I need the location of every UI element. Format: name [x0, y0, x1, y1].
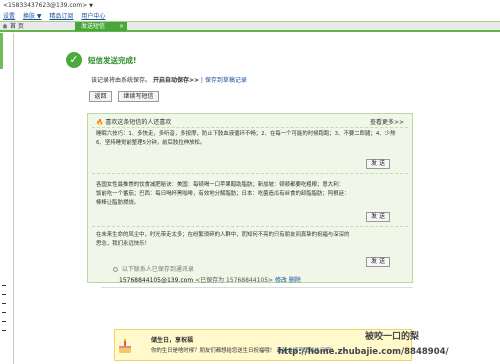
edit-link[interactable]: 修改	[275, 277, 287, 284]
watermark-name: 被咬一口的梨	[365, 332, 420, 342]
info-icon	[113, 267, 118, 272]
left-strip	[0, 33, 14, 364]
saved-contacts-header: 以下联系人已保存到通讯录	[113, 264, 194, 273]
save-note: 该记录将由系统保存。 开启自动保存>> | 保存到草稿记录	[91, 75, 247, 84]
divider	[101, 287, 413, 288]
divider	[92, 173, 408, 174]
account-menu[interactable]: <15833437623@139.com> ▼	[3, 2, 93, 9]
divider	[92, 127, 408, 128]
contact-email: 15768844105@139.com	[119, 277, 194, 284]
link-user-center[interactable]: 用户中心	[81, 13, 105, 20]
tip-line: 在未来生命的风尘中，时光带走太多；在纷繁琐碎的人群中，而知何不亮的只有朋友间真挚…	[96, 232, 350, 238]
fire-icon: 🔥	[96, 119, 104, 126]
save-note-text: 该记录将由系统保存。	[91, 77, 152, 84]
account-phone: <15833437623@139.com>	[3, 2, 88, 9]
delete-link[interactable]: 删除	[289, 277, 301, 284]
birthday-question: 你的生日是啥时候？朋友们都想给您送生日祝福哦！	[151, 348, 275, 354]
send-button[interactable]: 发 送	[366, 212, 390, 222]
save-draft-link[interactable]: | 保存到草稿记录	[201, 77, 247, 84]
recommend-panel: 🔥 喜欢这条短信的人还喜欢 查看更多>> 睡眠六技巧：1、多快走，多听音，多按摩…	[87, 113, 413, 283]
panel-header: 🔥 喜欢这条短信的人还喜欢	[96, 117, 171, 126]
top-bar: <15833437623@139.com> ▼ 设置 换肤 ▼ 精品订阅 用户中…	[0, 0, 500, 22]
main-content: ✓ 短信发送完成! 该记录将由系统保存。 开启自动保存>> | 保存到草稿记录 …	[14, 33, 500, 364]
list-item: 睡眠六技巧：1、多快走，多听音，多按摩，防止下肢血液循环不畅；2、在每一个可能的…	[96, 130, 396, 148]
divider	[92, 226, 408, 227]
continue-writing-button[interactable]: 继续写短信	[118, 91, 159, 102]
home-icon	[2, 23, 8, 29]
panel-header-text: 喜欢这条短信的人还喜欢	[105, 119, 172, 126]
tip-line: 棒棒让脂肪燃烧。	[96, 200, 140, 206]
contact-row: 15768844105@139.com <已保存为 15768844105> 修…	[119, 275, 301, 284]
tip-line: 6、坚持睡觉前整理5分钟，前后肢拉伸放松。	[96, 140, 206, 146]
check-icon: ✓	[66, 52, 82, 68]
tab-home[interactable]: 首 页	[0, 22, 75, 31]
close-icon[interactable]: ×	[119, 22, 124, 31]
top-links: 设置 换肤 ▼ 精品订阅 用户中心	[3, 11, 111, 20]
success-title: 短信发送完成!	[88, 56, 137, 65]
link-skin[interactable]: 换肤 ▼	[23, 13, 42, 20]
tip-line: 各国女性最推崇的饮食减肥秘诀：美国：每顿喝一口苹果醋助脂肪；新加坡：顿顿都要吃粗…	[96, 182, 344, 188]
chevron-down-icon: ▼	[89, 3, 94, 9]
more-link[interactable]: 查看更多>>	[370, 117, 404, 126]
link-settings[interactable]: 设置	[3, 13, 15, 20]
send-button[interactable]: 发 送	[366, 159, 390, 169]
send-button[interactable]: 发 送	[366, 257, 390, 267]
watermark-url: http://home.zhubajie.com/8848904/	[278, 347, 449, 357]
tab-compose-label: 发送短信	[81, 23, 106, 30]
list-item: 各国女性最推崇的饮食减肥秘诀：美国：每顿喝一口苹果醋助脂肪；新加坡：顿顿都要吃粗…	[96, 181, 396, 208]
saved-contacts-title: 以下联系人已保存到通讯录	[121, 266, 194, 273]
cake-icon	[119, 338, 131, 353]
auto-save-link[interactable]: 开启自动保存>>	[153, 77, 199, 84]
sidebar-ticks	[2, 285, 6, 339]
birthday-title: 储生日，享祝福	[151, 337, 194, 344]
back-button[interactable]: 返回	[89, 91, 112, 102]
tip-line: 睡眠六技巧：1、多快走，多听音，多按摩，防止下肢血液循环不畅；2、在每一个可能的…	[96, 131, 396, 137]
tab-bar: 首 页 发送短信 ×	[0, 21, 500, 32]
sidebar-accent	[0, 33, 3, 69]
tab-compose[interactable]: 发送短信 ×	[75, 22, 127, 31]
link-subscribe[interactable]: 精品订阅	[49, 13, 73, 20]
tip-line: 饭前吃一个番茄；巴西：每日喝杯黑咖啡，有效地分解脂肪；日本：吃菌造瓜有丝食的卸脂…	[96, 191, 350, 197]
list-item: 在未来生命的风尘中，时光带走太多；在纷繁琐碎的人群中，而知何不亮的只有朋友间真挚…	[96, 231, 396, 249]
tip-line: 思念，我们永远快乐！	[96, 241, 150, 247]
contact-saved-as: <已保存为 15768844105>	[195, 277, 274, 284]
tab-home-label: 首 页	[10, 23, 24, 30]
